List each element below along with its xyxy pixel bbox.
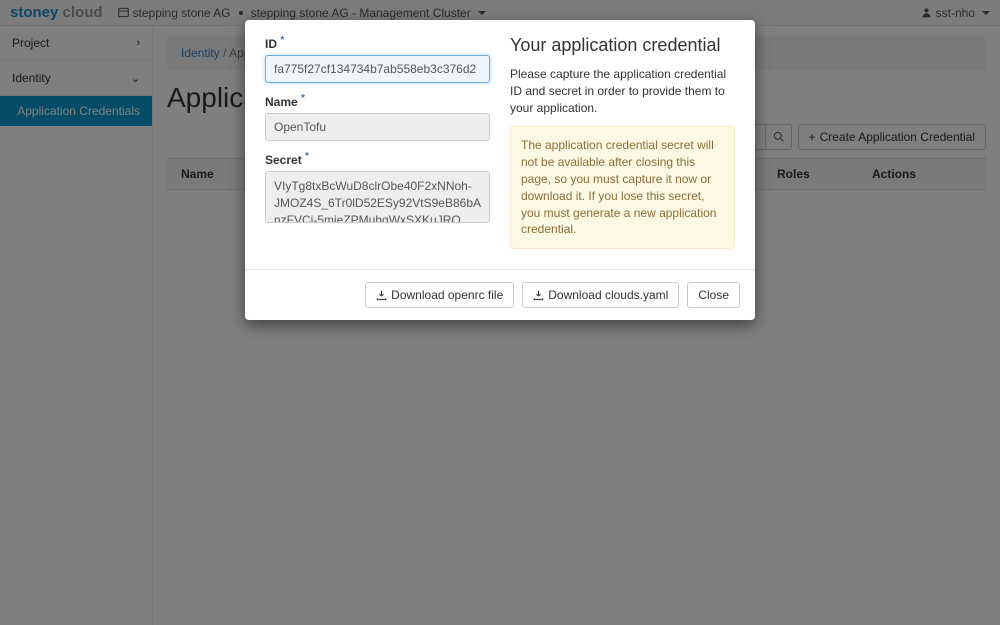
id-field[interactable] [265, 55, 490, 83]
button-label: Download openrc file [391, 288, 503, 302]
download-clouds-button[interactable]: Download clouds.yaml [522, 282, 679, 308]
secret-label: Secret * [265, 151, 309, 167]
download-openrc-button[interactable]: Download openrc file [365, 282, 514, 308]
secret-field[interactable]: VIyTg8txBcWuD8clrObe40F2xNNoh-JMOZ4S_6Tr… [265, 171, 490, 223]
modal-info: Your application credential Please captu… [510, 35, 735, 249]
modal-instructions: Please capture the application credentia… [510, 66, 735, 116]
credential-modal: ID * Name * Secret * VIyTg8txBcWuD8clrOb… [245, 20, 755, 320]
modal-footer: Download openrc file Download clouds.yam… [245, 269, 755, 320]
button-label: Download clouds.yaml [548, 288, 668, 302]
name-label: Name * [265, 93, 305, 109]
modal-form: ID * Name * Secret * VIyTg8txBcWuD8clrOb… [265, 35, 490, 249]
download-icon [533, 290, 544, 301]
close-button[interactable]: Close [687, 282, 740, 308]
modal-heading: Your application credential [510, 35, 735, 56]
download-icon [376, 290, 387, 301]
modal-warning: The application credential secret will n… [510, 126, 735, 249]
name-field[interactable] [265, 113, 490, 141]
id-label: ID * [265, 35, 284, 51]
modal-overlay: ID * Name * Secret * VIyTg8txBcWuD8clrOb… [0, 0, 1000, 625]
